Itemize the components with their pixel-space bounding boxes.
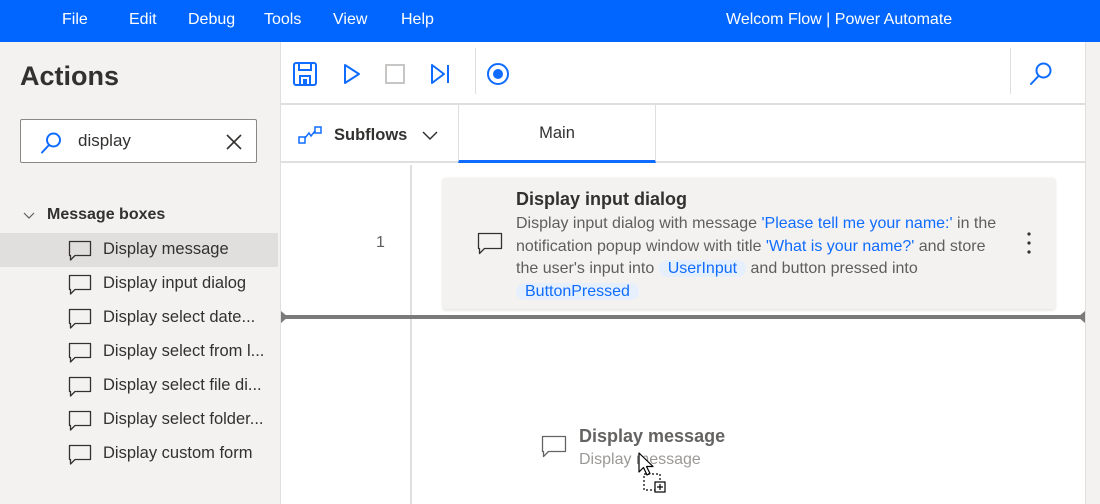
message-literal: 'Please tell me your name:' bbox=[761, 215, 953, 232]
stop-icon[interactable] bbox=[382, 61, 408, 87]
action-label: Display input dialog bbox=[103, 274, 247, 292]
toolbar bbox=[281, 42, 1085, 105]
tab-main[interactable]: Main bbox=[458, 105, 656, 163]
subflows-label: Subflows bbox=[334, 125, 408, 144]
action-item[interactable]: Display select from l... bbox=[0, 335, 278, 369]
action-item[interactable]: Display message bbox=[0, 233, 278, 267]
action-label: Display select date... bbox=[103, 308, 256, 326]
menu-file[interactable]: File bbox=[62, 11, 88, 29]
desc-text: and button pressed into bbox=[746, 260, 918, 278]
action-item[interactable]: Display input dialog bbox=[0, 267, 278, 301]
toolbar-separator bbox=[475, 48, 476, 94]
message-icon bbox=[477, 232, 503, 255]
drop-indicator-left-arrow bbox=[281, 311, 288, 323]
group-message-boxes[interactable]: Message boxes bbox=[20, 203, 165, 227]
message-icon bbox=[68, 376, 92, 397]
run-next-action-icon[interactable] bbox=[427, 61, 453, 87]
menu-debug[interactable]: Debug bbox=[188, 11, 235, 29]
action-item[interactable]: Display select date... bbox=[0, 301, 278, 335]
save-icon[interactable] bbox=[292, 61, 318, 87]
subflow-tabs: Subflows Main bbox=[281, 105, 1085, 163]
flow-designer: Subflows Main 1 Display input dialog Dis… bbox=[281, 42, 1085, 504]
action-item[interactable]: Display custom form bbox=[0, 437, 278, 471]
menu-bar: File Edit Debug Tools View Help Welcom F… bbox=[0, 0, 1100, 42]
drag-copy-cursor-icon bbox=[638, 452, 666, 493]
menu-help[interactable]: Help bbox=[401, 11, 434, 29]
action-label: Display select file di... bbox=[103, 376, 262, 394]
toolbar-separator bbox=[1010, 48, 1011, 94]
subflows-dropdown[interactable]: Subflows bbox=[298, 123, 439, 147]
step-number: 1 bbox=[376, 234, 385, 251]
menu-view[interactable]: View bbox=[333, 11, 367, 29]
ghost-title: Display message bbox=[579, 426, 726, 446]
run-icon[interactable] bbox=[338, 61, 364, 87]
action-item[interactable]: Display select folder... bbox=[0, 403, 278, 437]
window-title: Welcom Flow | Power Automate bbox=[726, 11, 953, 28]
close-icon[interactable] bbox=[224, 132, 244, 152]
flow-step-display-input-dialog[interactable]: Display input dialog Display input dialo… bbox=[443, 178, 1055, 309]
more-options-icon[interactable] bbox=[1025, 230, 1033, 256]
message-icon bbox=[68, 240, 92, 261]
menu-edit[interactable]: Edit bbox=[129, 11, 157, 29]
action-label: Display custom form bbox=[103, 444, 253, 462]
action-label: Display select from l... bbox=[103, 342, 265, 360]
action-label: Display select folder... bbox=[103, 410, 264, 428]
chevron-down-icon bbox=[23, 212, 35, 219]
title-literal: 'What is your name?' bbox=[765, 237, 915, 255]
message-icon bbox=[68, 410, 92, 431]
desc-text: Display input dialog with message bbox=[516, 215, 762, 232]
message-icon bbox=[68, 274, 92, 295]
drop-indicator-right-arrow bbox=[1078, 311, 1085, 323]
line-number-gutter bbox=[410, 165, 412, 504]
search-icon bbox=[41, 132, 61, 154]
action-item[interactable]: Display select file di... bbox=[0, 369, 278, 403]
variable-userinput[interactable]: UserInput bbox=[658, 260, 747, 278]
subflows-icon bbox=[298, 126, 322, 144]
chevron-down-icon bbox=[422, 131, 438, 141]
step-description: Display input dialog with message 'Pleas… bbox=[516, 213, 1006, 304]
message-icon bbox=[68, 342, 92, 363]
actions-pane: Actions Message boxes Display message Di… bbox=[0, 42, 281, 504]
message-icon bbox=[68, 444, 92, 465]
search-icon[interactable] bbox=[1028, 61, 1054, 87]
step-title: Display input dialog bbox=[516, 189, 688, 209]
variable-buttonpressed[interactable]: ButtonPressed bbox=[516, 283, 639, 301]
menu-tools[interactable]: Tools bbox=[264, 11, 301, 29]
vertical-scrollbar[interactable] bbox=[1085, 42, 1100, 504]
drop-indicator bbox=[281, 315, 1085, 319]
actions-search-input[interactable] bbox=[78, 128, 218, 154]
group-label: Message boxes bbox=[47, 206, 166, 223]
actions-title: Actions bbox=[20, 61, 120, 91]
action-label: Display message bbox=[103, 240, 229, 258]
actions-search-box[interactable] bbox=[20, 119, 257, 163]
message-icon bbox=[68, 308, 92, 329]
message-icon bbox=[541, 435, 567, 458]
record-icon[interactable] bbox=[485, 61, 511, 87]
